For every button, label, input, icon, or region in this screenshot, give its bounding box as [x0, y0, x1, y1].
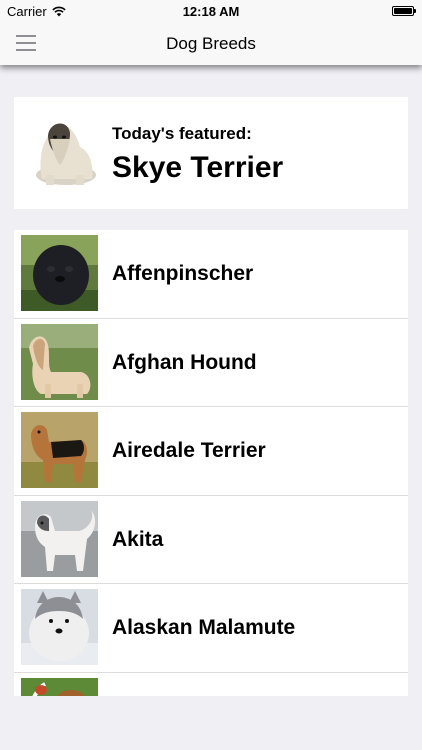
- skye-terrier-photo: [26, 113, 100, 191]
- breed-row-afghan-hound[interactable]: Afghan Hound: [14, 319, 408, 407]
- breed-row-akita[interactable]: Akita: [14, 496, 408, 584]
- breed-image: [21, 500, 98, 577]
- alaskan-malamute-photo: [21, 589, 98, 665]
- featured-breed-image: [26, 113, 100, 191]
- breed-row-alaskan-malamute[interactable]: Alaskan Malamute: [14, 584, 408, 673]
- featured-breed-name: Skye Terrier: [112, 151, 284, 184]
- next-breed-photo-partial: [21, 677, 98, 696]
- navigation-bar: Dog Breeds: [0, 22, 422, 65]
- breed-image: [21, 412, 98, 488]
- breed-name: Alaskan Malamute: [112, 616, 296, 639]
- breed-image: [21, 677, 98, 696]
- akita-photo: [21, 500, 98, 577]
- breed-image: [21, 589, 98, 665]
- breed-name: Akita: [112, 527, 164, 551]
- breed-row-partial[interactable]: [14, 673, 408, 696]
- battery-icon: [392, 6, 416, 16]
- affenpinscher-photo: [21, 235, 98, 311]
- breed-name: Affenpinscher: [112, 262, 254, 285]
- featured-breed-card[interactable]: Today's featured: Skye Terrier: [14, 97, 408, 209]
- breed-name: Afghan Hound: [112, 350, 257, 374]
- status-time: 12:18 AM: [182, 4, 240, 19]
- page-title: Dog Breeds: [166, 34, 256, 53]
- breed-image: [21, 323, 98, 400]
- breed-image: [21, 235, 98, 311]
- afghan-hound-photo: [21, 323, 98, 400]
- breed-row-airedale-terrier[interactable]: Airedale Terrier: [14, 407, 408, 496]
- breed-list: Affenpinscher Afghan Hound Airedale Terr…: [14, 230, 408, 696]
- featured-label: Today's featured:: [112, 124, 252, 143]
- breed-name: Airedale Terrier: [112, 439, 266, 462]
- airedale-terrier-photo: [21, 412, 98, 488]
- status-bar: Carrier 12:18 AM: [0, 0, 422, 22]
- breed-row-affenpinscher[interactable]: Affenpinscher: [14, 230, 408, 319]
